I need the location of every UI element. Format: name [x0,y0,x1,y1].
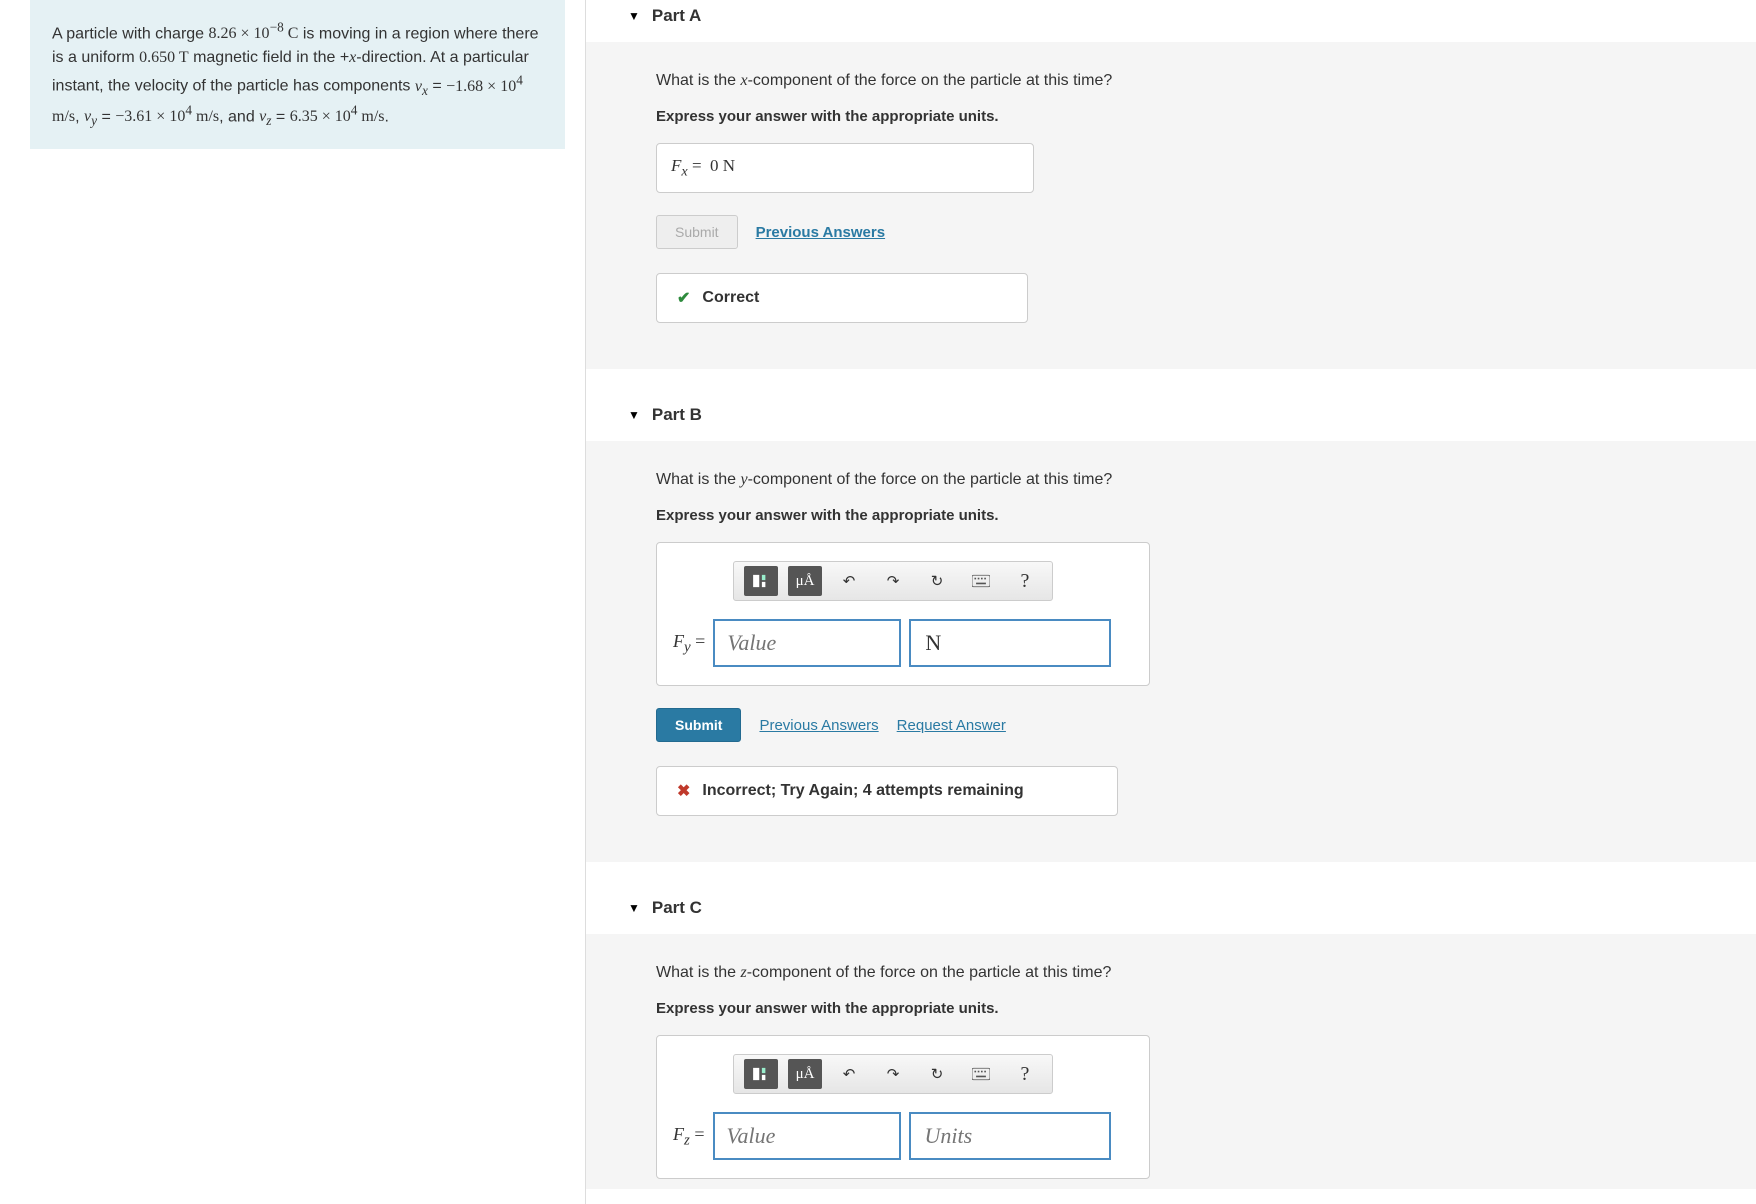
input-toolbar-b: μÅ ↶ ↷ ↻ ? [733,561,1053,601]
reset-icon[interactable]: ↻ [920,1059,954,1089]
submit-button-a[interactable]: Submit [656,215,738,249]
unit-input-b[interactable] [909,619,1111,667]
part-a-body: What is the x-component of the force on … [586,42,1756,369]
value-input-c[interactable] [713,1112,901,1160]
reset-icon[interactable]: ↻ [920,566,954,596]
problem-statement: A particle with charge 8.26 × 10−8 C is … [30,0,565,149]
previous-answers-link-a[interactable]: Previous Answers [756,224,886,241]
part-b-header[interactable]: ▼ Part B [586,399,1756,441]
part-b-question: What is the y-component of the force on … [656,471,1716,489]
request-answer-link-b[interactable]: Request Answer [897,717,1006,734]
part-b-input-area: μÅ ↶ ↷ ↻ ? Fy = [656,542,1150,686]
keyboard-icon[interactable] [964,1059,998,1089]
part-c-header[interactable]: ▼ Part C [586,892,1756,934]
part-b-feedback: ✖ Incorrect; Try Again; 4 attempts remai… [656,766,1118,816]
redo-icon[interactable]: ↷ [876,1059,910,1089]
part-b-var: Fy = [673,631,705,657]
caret-down-icon: ▼ [628,901,640,915]
help-icon[interactable]: ? [1008,1059,1042,1089]
caret-down-icon: ▼ [628,408,640,422]
part-a-header[interactable]: ▼ Part A [586,0,1756,42]
keyboard-icon[interactable] [964,566,998,596]
part-a-title: Part A [652,6,701,26]
unit-input-c[interactable] [909,1112,1111,1160]
x-icon: ✖ [677,781,690,801]
main-column: ▼ Part A What is the x-component of the … [585,0,1756,1204]
check-icon: ✔ [677,288,690,308]
part-c-var: Fz = [673,1124,705,1150]
value-input-b[interactable] [713,619,901,667]
undo-icon[interactable]: ↶ [832,1059,866,1089]
part-b-instruction: Express your answer with the appropriate… [656,507,1716,524]
input-toolbar-c: μÅ ↶ ↷ ↻ ? [733,1054,1053,1094]
part-a-answer: Fx = 0 N [656,143,1034,193]
part-a-feedback-text: Correct [702,289,759,307]
template-icon[interactable] [744,1059,778,1089]
caret-down-icon: ▼ [628,9,640,23]
units-icon[interactable]: μÅ [788,566,822,596]
part-b-body: What is the y-component of the force on … [586,441,1756,862]
help-icon[interactable]: ? [1008,566,1042,596]
part-a-question: What is the x-component of the force on … [656,72,1716,90]
undo-icon[interactable]: ↶ [832,566,866,596]
part-c-input-area: μÅ ↶ ↷ ↻ ? Fz = [656,1035,1150,1179]
part-a-feedback: ✔ Correct [656,273,1028,323]
part-c-body: What is the z-component of the force on … [586,934,1756,1189]
part-b-feedback-text: Incorrect; Try Again; 4 attempts remaini… [702,782,1023,800]
part-c-title: Part C [652,898,702,918]
redo-icon[interactable]: ↷ [876,566,910,596]
previous-answers-link-b[interactable]: Previous Answers [759,717,878,734]
units-icon[interactable]: μÅ [788,1059,822,1089]
submit-button-b[interactable]: Submit [656,708,741,742]
part-a-instruction: Express your answer with the appropriate… [656,108,1716,125]
template-icon[interactable] [744,566,778,596]
part-b-title: Part B [652,405,702,425]
part-c-question: What is the z-component of the force on … [656,964,1716,982]
part-c-instruction: Express your answer with the appropriate… [656,1000,1716,1017]
